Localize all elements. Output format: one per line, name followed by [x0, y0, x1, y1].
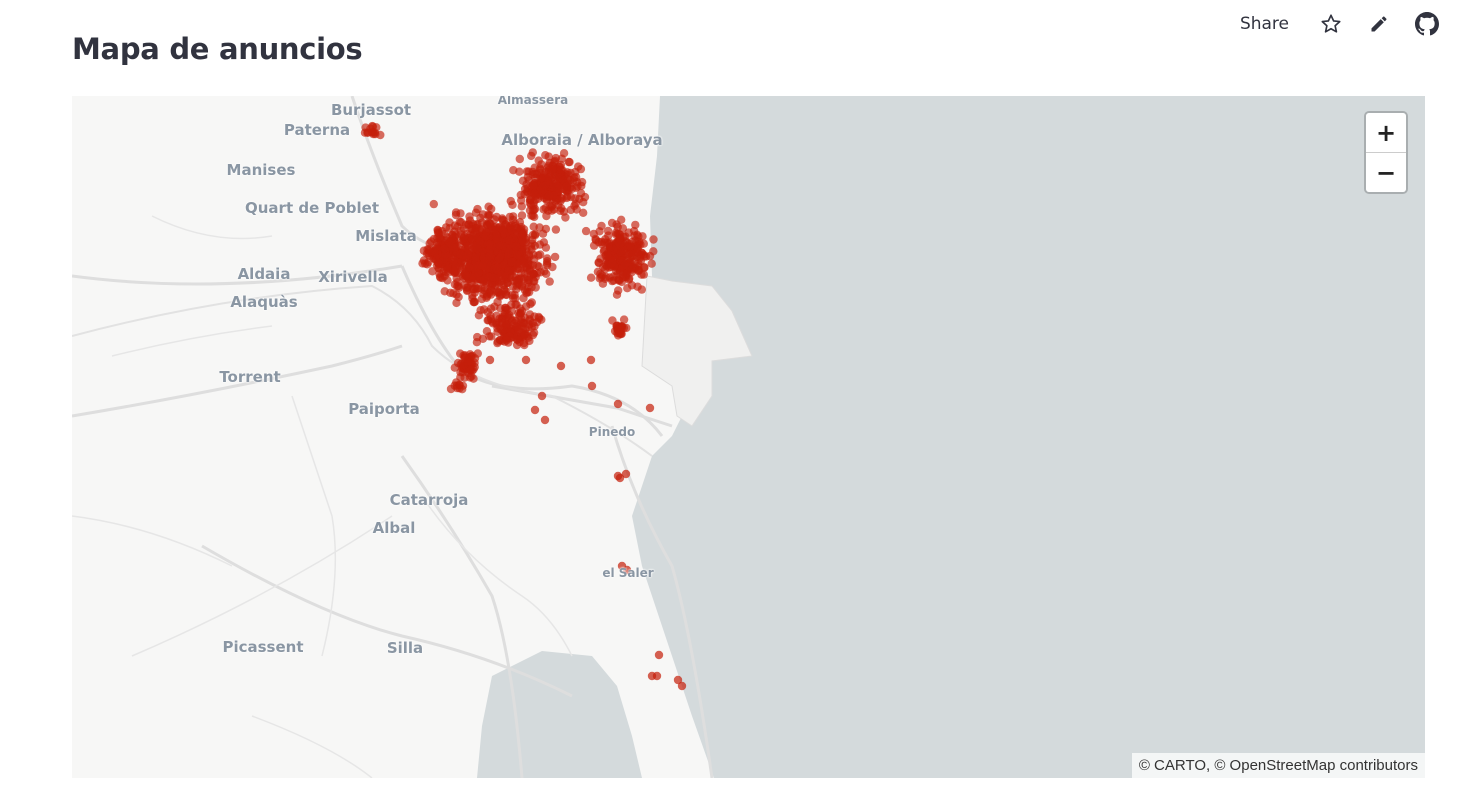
place-label: Albal — [372, 519, 416, 537]
place-label: Almàssera — [497, 96, 569, 107]
share-button[interactable]: Share — [1240, 14, 1289, 34]
sea-area — [632, 96, 1425, 778]
page-title: Mapa de anuncios — [72, 32, 363, 66]
place-label: Burjassot — [330, 101, 412, 119]
zoom-out-button[interactable]: − — [1366, 153, 1406, 192]
place-label: Paterna — [283, 121, 351, 139]
place-label: Paiporta — [348, 400, 420, 418]
place-label: Alboraia / Alboraya — [501, 131, 663, 149]
place-label: Manises — [226, 161, 296, 179]
app-toolbar: Share — [1240, 0, 1459, 48]
map-attribution: © CARTO, © OpenStreetMap contributors — [1131, 753, 1425, 778]
map-container[interactable]: Burjassot Almàssera Paterna Alboraia / Albo… — [72, 96, 1425, 778]
lake-area — [477, 651, 642, 778]
github-icon[interactable] — [1415, 12, 1439, 36]
place-label: Alaquàs — [230, 293, 298, 311]
place-label: Torrent — [219, 368, 281, 386]
place-label: Mislata — [355, 227, 417, 245]
place-label: Xirivella — [318, 268, 388, 286]
place-label: Aldaia — [237, 265, 291, 283]
edit-icon[interactable] — [1367, 12, 1391, 36]
place-label: Pinedo — [588, 425, 636, 439]
zoom-in-button[interactable]: + — [1366, 113, 1406, 153]
place-label: Quart de Poblet — [245, 199, 379, 217]
zoom-control: + − — [1364, 111, 1408, 194]
place-label: Catarroja — [389, 491, 469, 509]
star-icon[interactable] — [1319, 12, 1343, 36]
place-label: Silla — [386, 639, 424, 657]
place-label: Picassent — [222, 638, 304, 656]
place-label: el Saler — [602, 566, 654, 580]
